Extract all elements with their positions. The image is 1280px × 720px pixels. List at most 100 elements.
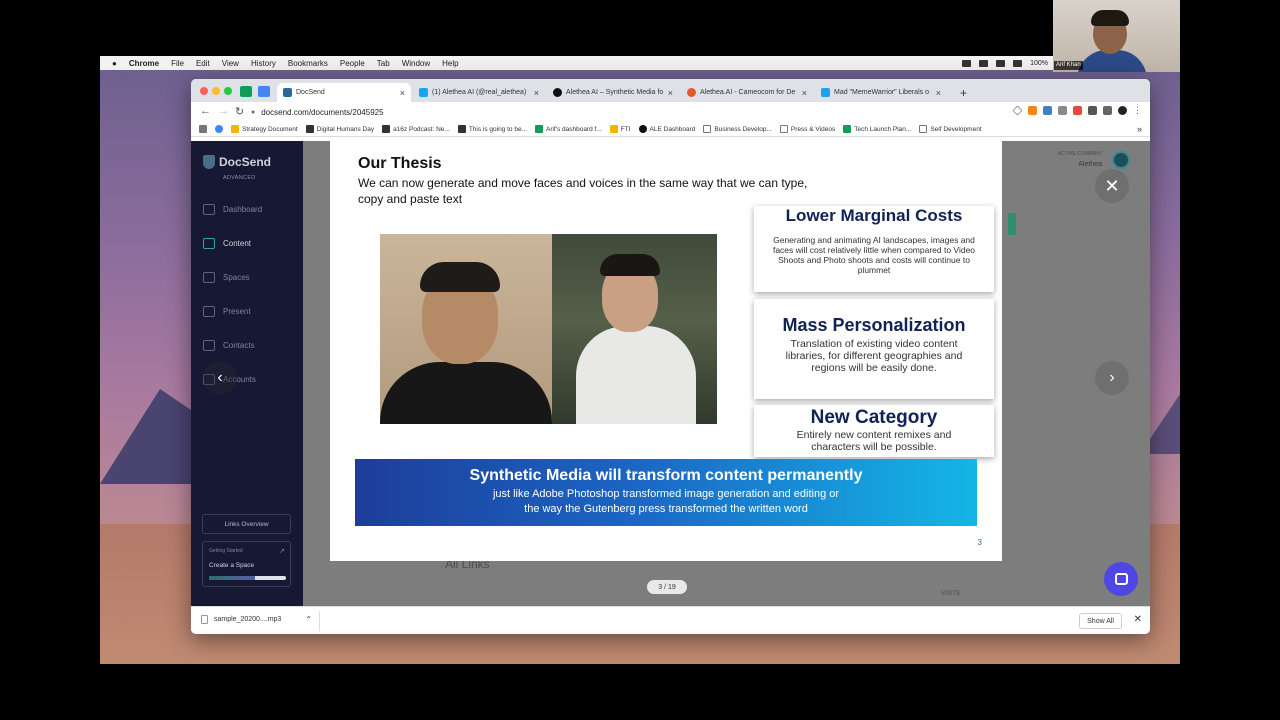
download-shelf: sample_20200....mp3 ⌃ Show All ✕ xyxy=(191,606,1150,634)
menu-app-name[interactable]: Chrome xyxy=(129,59,159,68)
tab-close-icon[interactable]: × xyxy=(534,88,539,98)
download-item[interactable]: sample_20200....mp3 ⌃ xyxy=(201,615,312,624)
bookmark-this-is-going[interactable]: This is going to be... xyxy=(457,125,527,133)
chevron-up-icon[interactable]: ⌃ xyxy=(305,615,312,624)
tab-docsend[interactable]: DocSend × xyxy=(277,83,411,102)
apps-icon[interactable] xyxy=(199,125,207,133)
extension-red-icon[interactable] xyxy=(1073,106,1082,115)
chat-support-button[interactable] xyxy=(1104,562,1138,596)
bookmark-arifs-dashboard[interactable]: Arif's dashboard f... xyxy=(534,125,602,133)
folder-icon xyxy=(703,125,712,133)
tab-twitter-alethea[interactable]: (1) Alethea AI (@real_alethea) × xyxy=(413,83,545,102)
menu-bookmarks[interactable]: Bookmarks xyxy=(288,59,328,68)
menu-history[interactable]: History xyxy=(251,59,276,68)
bookmark-a16z-podcast[interactable]: a16z Podcast: Ne... xyxy=(382,125,450,133)
sidebar-item-label: Contacts xyxy=(223,341,255,350)
window-zoom-button[interactable] xyxy=(224,87,232,95)
close-viewer-button[interactable]: ✕ xyxy=(1095,169,1129,203)
back-icon[interactable]: ← xyxy=(200,105,211,117)
extensions-puzzle-icon[interactable] xyxy=(1088,106,1097,115)
getting-started-card[interactable]: Getting Started ↗ Create a Space xyxy=(202,541,291,587)
mac-menubar: ● Chrome File Edit View History Bookmark… xyxy=(100,56,1180,70)
chrome-menu-icon[interactable]: ⋮ xyxy=(1133,106,1142,115)
tab-close-icon[interactable]: × xyxy=(936,88,941,98)
sidebar-item-spaces[interactable]: Spaces xyxy=(203,272,250,283)
bluetooth-icon[interactable] xyxy=(979,59,989,67)
tab-label: DocSend xyxy=(296,89,325,96)
window-minimize-button[interactable] xyxy=(212,87,220,95)
menu-help[interactable]: Help xyxy=(442,59,458,68)
background-action-button[interactable] xyxy=(1008,213,1016,235)
previous-slide-button[interactable]: ‹ xyxy=(203,361,237,395)
new-tab-button[interactable]: + xyxy=(954,83,974,102)
bookmark-digital-humans-day[interactable]: Digital Humans Day xyxy=(305,125,374,133)
external-link-icon[interactable]: ↗ xyxy=(279,547,285,555)
bookmark-tech-launch[interactable]: Tech Launch Plan... xyxy=(843,125,911,133)
twitter-favicon-icon xyxy=(419,88,428,97)
menu-view[interactable]: View xyxy=(222,59,239,68)
menu-tab[interactable]: Tab xyxy=(377,59,390,68)
wifi-icon[interactable] xyxy=(996,59,1006,67)
bookmark-press-videos[interactable]: Press & Videos xyxy=(779,125,835,133)
menu-file[interactable]: File xyxy=(171,59,184,68)
forward-icon[interactable]: → xyxy=(218,105,229,117)
pinned-tab-calendar-icon[interactable] xyxy=(258,86,270,97)
volume-icon[interactable] xyxy=(1013,59,1023,67)
bookmark-label: FTI xyxy=(620,125,631,133)
bookmark-fti[interactable]: FTI xyxy=(609,125,631,133)
bookmark-ale-dashboard[interactable]: ALE Dashboard xyxy=(638,125,695,133)
tab-close-icon[interactable]: × xyxy=(400,88,405,98)
cameo-favicon-icon xyxy=(687,88,696,97)
menu-people[interactable]: People xyxy=(340,59,365,68)
bookmark-star-icon[interactable] xyxy=(1012,105,1023,116)
docsend-logo[interactable]: DocSend xyxy=(203,155,271,169)
links-overview-button[interactable]: Links Overview xyxy=(202,514,291,534)
next-slide-button[interactable]: › xyxy=(1095,361,1129,395)
docsend-favicon-icon xyxy=(283,88,292,97)
sidebar-item-contacts[interactable]: Contacts xyxy=(203,340,255,351)
window-close-button[interactable] xyxy=(200,87,208,95)
bookmark-strategy-document[interactable]: Strategy Document xyxy=(231,125,298,133)
menu-edit[interactable]: Edit xyxy=(196,59,210,68)
reload-icon[interactable]: ↻ xyxy=(235,105,244,118)
bookmark-label: Business Develop... xyxy=(714,125,772,133)
slide-pager: 3 / 19 xyxy=(647,580,687,594)
card-new-category: New Category Entirely new content remixe… xyxy=(754,405,994,457)
profile-avatar[interactable] xyxy=(1118,106,1127,115)
address-bar[interactable]: ● docsend.com/documents/2045925 xyxy=(251,104,991,120)
tab-alethea-cameocom[interactable]: Alethea.AI - Cameocom for De × xyxy=(681,83,813,102)
sidebar-item-content[interactable]: Content xyxy=(203,238,251,249)
menu-window[interactable]: Window xyxy=(402,59,430,68)
pinned-tab-sheets-icon[interactable] xyxy=(240,86,252,97)
metamask-icon[interactable] xyxy=(1028,106,1037,115)
slide-title: Our Thesis xyxy=(358,155,442,172)
apple-menu-icon[interactable]: ● xyxy=(112,59,117,68)
sidebar-item-label: Present xyxy=(223,307,251,316)
contacts-icon xyxy=(203,340,215,351)
bookmark-self-development[interactable]: Self Development xyxy=(919,125,982,133)
bookmarks-overflow-icon[interactable]: » xyxy=(1137,124,1142,134)
screen-icon[interactable] xyxy=(962,59,972,67)
tab-memewarrior[interactable]: Mad "MemeWarrior" Liberals o × xyxy=(815,83,947,102)
sidebar-item-dashboard[interactable]: Dashboard xyxy=(203,204,262,215)
card-mass-personalization: Mass Personalization Translation of exis… xyxy=(754,299,994,399)
lock-icon[interactable]: ● xyxy=(251,109,255,116)
extension-gray-icon[interactable] xyxy=(1058,106,1067,115)
sidebar-item-label: Dashboard xyxy=(223,205,263,214)
extension-v-icon[interactable] xyxy=(1043,106,1052,115)
company-avatar[interactable] xyxy=(1112,151,1130,169)
show-all-button[interactable]: Show All xyxy=(1079,613,1122,629)
card-text: Translation of existing video content li… xyxy=(785,338,963,374)
tab-close-icon[interactable]: × xyxy=(802,88,807,98)
docsend-app: DocSend ADVANCED Dashboard Content Space… xyxy=(191,141,1150,606)
sidebar-item-present[interactable]: Present xyxy=(203,306,251,317)
download-shelf-close-icon[interactable]: ✕ xyxy=(1134,614,1142,625)
presentation-slide: Our Thesis We can now generate and move … xyxy=(330,141,1002,561)
reading-list-icon[interactable] xyxy=(1103,106,1112,115)
tab-alethea-synthetic-media[interactable]: Alethea AI – Synthetic Media fo × xyxy=(547,83,679,102)
bookmark-business-develop[interactable]: Business Develop... xyxy=(703,125,772,133)
tab-close-icon[interactable]: × xyxy=(668,88,673,98)
bookmark-chrome-icon[interactable] xyxy=(215,125,223,133)
folder-icon xyxy=(779,125,788,133)
banner-line-2: the way the Gutenberg press transformed … xyxy=(524,503,808,515)
